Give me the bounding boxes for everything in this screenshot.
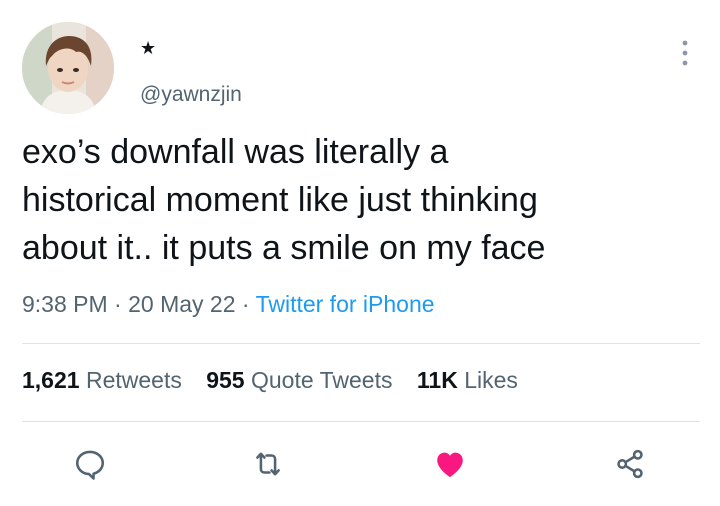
- tweet-text-line: historical moment like just thinking: [22, 181, 538, 219]
- tweet-card: ★ @yawnzjin exo’s downfall was literally…: [0, 0, 720, 506]
- likes-count: 11K: [416, 367, 458, 393]
- retweet-button[interactable]: [248, 444, 288, 484]
- tweet-source-link[interactable]: Twitter for iPhone: [256, 291, 435, 317]
- user-handle[interactable]: @yawnzjin: [140, 82, 242, 108]
- retweets-count: 1,621: [22, 367, 80, 393]
- meta-separator: ·: [241, 291, 250, 317]
- tweet-text-line: exo’s downfall was literally a: [22, 133, 449, 171]
- retweets-stat[interactable]: 1,621 Retweets: [22, 367, 182, 393]
- more-options-button[interactable]: [676, 38, 694, 68]
- quote-tweets-stat[interactable]: 955 Quote Tweets: [206, 367, 392, 393]
- tweet-time: 9:38 PM: [22, 291, 108, 317]
- quote-tweets-label: Quote Tweets: [250, 367, 393, 393]
- likes-label: Likes: [464, 367, 518, 393]
- reply-button[interactable]: [70, 444, 110, 484]
- share-icon: [617, 449, 643, 479]
- tweet-metadata: 9:38 PM · 20 May 22 · Twitter for iPhone: [22, 288, 435, 320]
- divider: [22, 343, 700, 344]
- retweet-icon: [256, 452, 280, 476]
- like-button[interactable]: [430, 444, 470, 484]
- avatar[interactable]: [22, 22, 114, 114]
- tweet-timestamp[interactable]: 9:38 PM · 20 May 22: [22, 291, 236, 317]
- meta-separator: ·: [114, 291, 122, 317]
- display-name[interactable]: ★: [140, 38, 156, 58]
- likes-stat[interactable]: 11K Likes: [417, 367, 518, 393]
- retweets-label: Retweets: [85, 367, 182, 393]
- more-vertical-icon: [682, 40, 688, 66]
- share-button[interactable]: [610, 444, 650, 484]
- quote-tweets-count: 955: [206, 367, 245, 393]
- tweet-date: 20 May 22: [128, 291, 236, 317]
- divider: [22, 421, 700, 422]
- avatar-photo: [22, 22, 114, 114]
- engagement-stats: 1,621 Retweets 955 Quote Tweets 11K Like…: [22, 364, 536, 396]
- tweet-text: exo’s downfall was literally a historica…: [22, 128, 702, 272]
- reply-icon: [75, 450, 105, 480]
- heart-icon: [437, 452, 463, 478]
- tweet-text-line: about it.. it puts a smile on my face: [22, 229, 546, 267]
